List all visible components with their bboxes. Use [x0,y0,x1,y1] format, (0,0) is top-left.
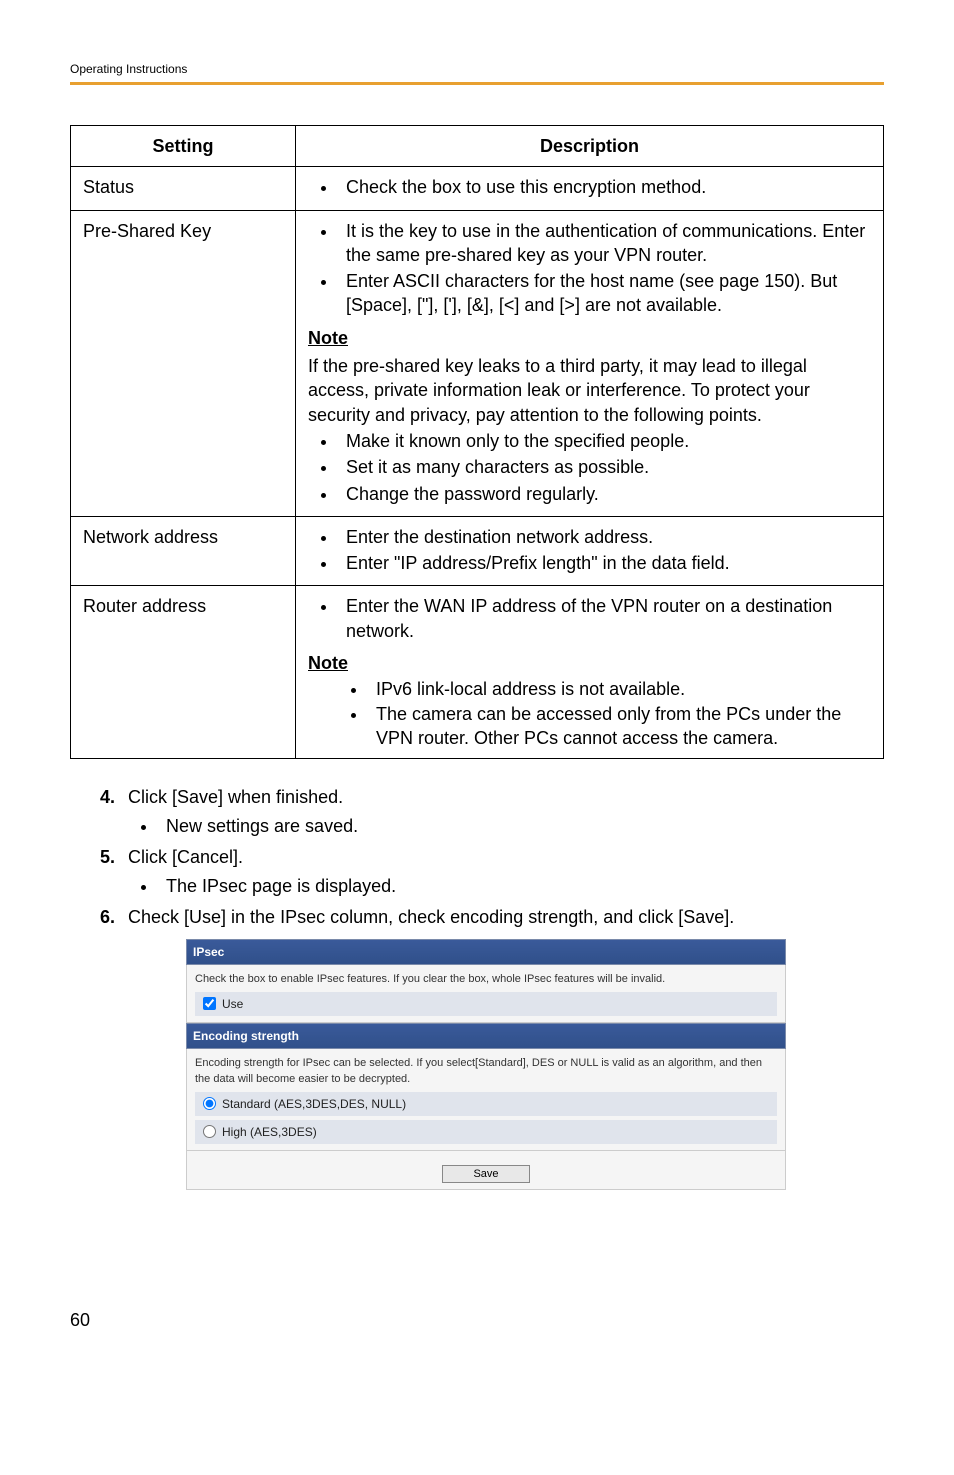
setting-label: Status [71,167,296,210]
setting-label: Router address [71,586,296,759]
setting-desc: Check the box to use this encryption met… [296,167,884,210]
use-option[interactable]: Use [195,992,777,1016]
table-row: Router address Enter the WAN IP address … [71,586,884,759]
setting-desc: Enter the WAN IP address of the VPN rout… [296,586,884,759]
setting-label: Pre-Shared Key [71,210,296,516]
embedded-screenshot: IPsec Check the box to enable IPsec feat… [186,939,786,1190]
th-setting: Setting [71,126,296,167]
note-heading: Note [308,326,348,350]
page-header: Operating Instructions [70,60,884,85]
note-bullet: Set it as many characters as possible. [338,455,871,479]
page-number: 60 [70,1310,884,1331]
note-heading: Note [308,651,348,675]
ipsec-panel-body: Check the box to enable IPsec features. … [186,965,786,1023]
step-item: Check [Use] in the IPsec column, check e… [100,904,884,1190]
encoding-panel-title: Encoding strength [186,1023,786,1049]
step-sub: The IPsec page is displayed. [158,873,884,900]
table-row: Pre-Shared Key It is the key to use in t… [71,210,884,516]
standard-label: Standard (AES,3DES,DES, NULL) [222,1095,406,1113]
save-button[interactable]: Save [442,1165,529,1183]
use-label: Use [222,995,243,1013]
note-bullet: Change the password regularly. [338,482,871,506]
desc-bullet: It is the key to use in the authenticati… [338,219,871,268]
encoding-desc: Encoding strength for IPsec can be selec… [195,1055,777,1088]
step-text: Click [Cancel]. [128,847,243,867]
use-checkbox[interactable] [203,997,216,1010]
save-row: Save [186,1159,786,1190]
encoding-panel-body: Encoding strength for IPsec can be selec… [186,1049,786,1151]
step-sub: New settings are saved. [158,813,884,840]
step-text: Click [Save] when finished. [128,787,343,807]
desc-bullet: Enter the WAN IP address of the VPN rout… [338,594,871,643]
th-description: Description [296,126,884,167]
desc-bullet: Enter the destination network address. [338,525,871,549]
desc-bullet: Enter "IP address/Prefix length" in the … [338,551,871,575]
encoding-option-high[interactable]: High (AES,3DES) [195,1120,777,1144]
note-bullet: Make it known only to the specified peop… [338,429,871,453]
high-label: High (AES,3DES) [222,1123,317,1141]
high-radio[interactable] [203,1125,216,1138]
ipsec-panel-title: IPsec [186,939,786,965]
setting-desc: Enter the destination network address. E… [296,516,884,586]
table-row: Status Check the box to use this encrypt… [71,167,884,210]
setting-label: Network address [71,516,296,586]
table-row: Network address Enter the destination ne… [71,516,884,586]
step-item: Click [Save] when finished. New settings… [100,784,884,840]
standard-radio[interactable] [203,1097,216,1110]
encoding-option-standard[interactable]: Standard (AES,3DES,DES, NULL) [195,1092,777,1116]
desc-bullet: Check the box to use this encryption met… [338,175,871,199]
desc-bullet: Enter ASCII characters for the host name… [338,269,871,318]
ipsec-desc: Check the box to enable IPsec features. … [195,971,777,988]
steps-list: Click [Save] when finished. New settings… [70,784,884,1190]
sub-bullet: IPv6 link-local address is not available… [368,677,871,701]
settings-table: Setting Description Status Check the box… [70,125,884,759]
note-text: If the pre-shared key leaks to a third p… [308,354,871,427]
header-text: Operating Instructions [70,62,187,76]
step-text: Check [Use] in the IPsec column, check e… [128,907,734,927]
step-item: Click [Cancel]. The IPsec page is displa… [100,844,884,900]
sub-bullet: The camera can be accessed only from the… [368,702,871,751]
setting-desc: It is the key to use in the authenticati… [296,210,884,516]
